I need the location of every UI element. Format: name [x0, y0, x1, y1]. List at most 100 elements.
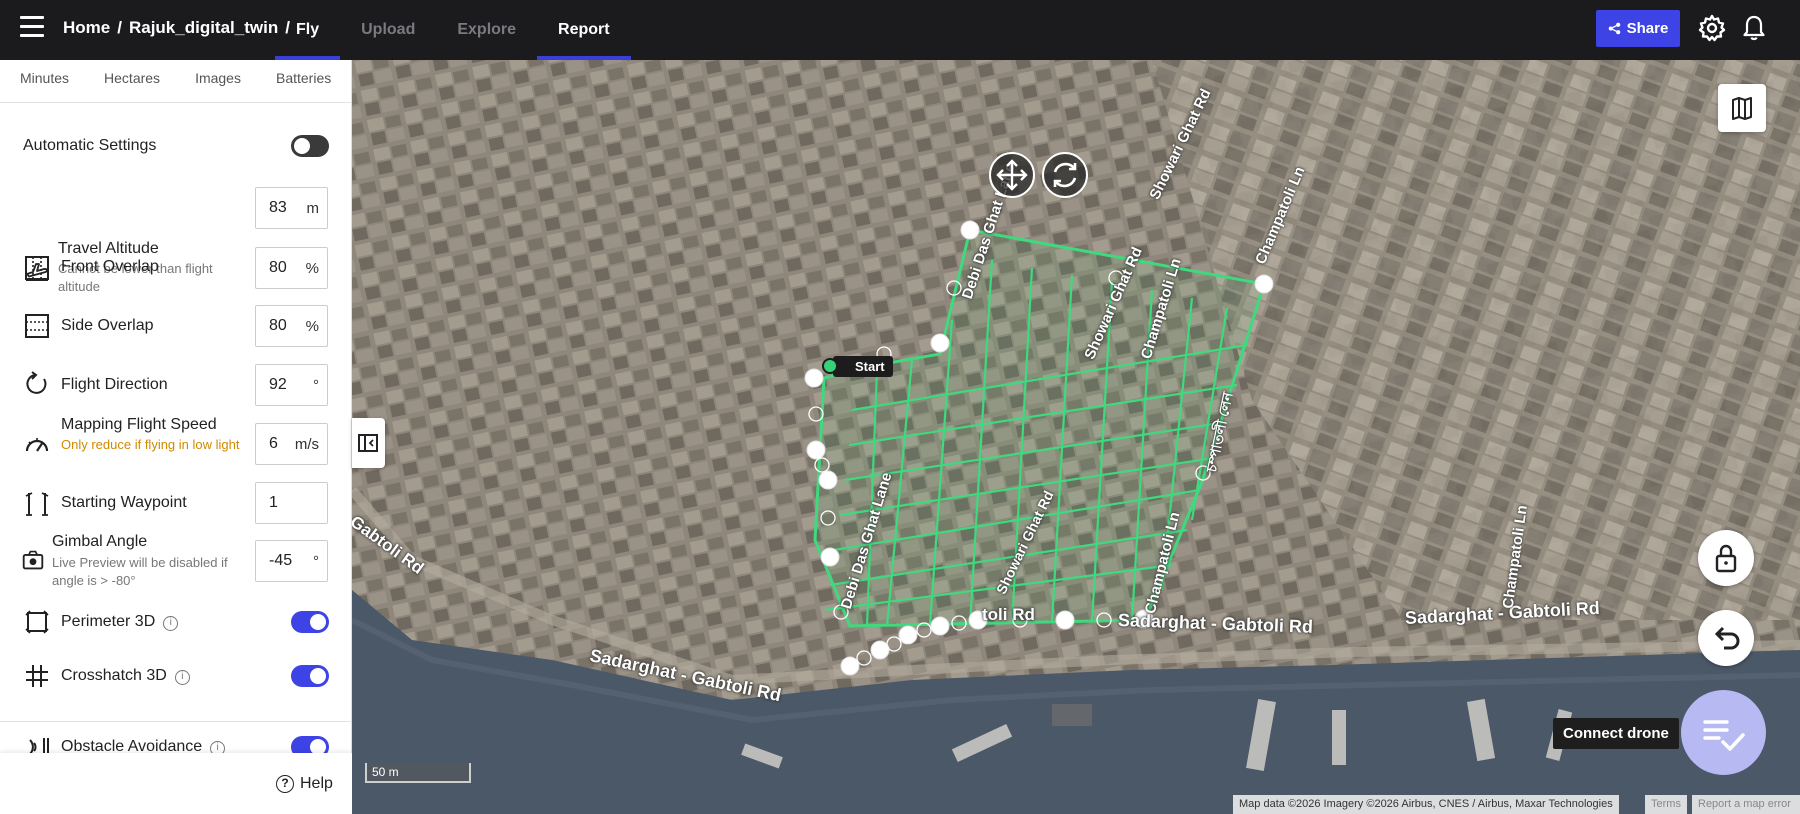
move-polygon-button[interactable] — [989, 152, 1035, 198]
report-map-error-link[interactable]: Report a map error — [1692, 795, 1800, 814]
obstacle-avoidance-text: Obstacle Avoidance i — [61, 738, 226, 753]
flight-direction-label: Flight Direction — [61, 376, 168, 393]
flight-stats: Minutes Hectares Images Batteries — [0, 60, 351, 103]
obstacle-avoidance-toggle[interactable] — [291, 736, 329, 753]
front-overlap-icon — [25, 256, 49, 280]
collapse-sidebar-button[interactable] — [352, 418, 385, 468]
start-waypoint-label: Start — [833, 356, 893, 377]
flight-speed-label: Mapping Flight Speed — [61, 416, 217, 433]
share-button[interactable]: Share — [1596, 10, 1680, 47]
help-icon: ? — [276, 775, 294, 793]
menu-icon[interactable] — [20, 16, 44, 38]
crosshatch-3d-toggle[interactable] — [291, 665, 329, 687]
starting-waypoint-input[interactable]: 1 — [255, 482, 328, 524]
obstacle-avoidance-row: Obstacle Avoidance i — [0, 728, 352, 753]
front-overlap-input[interactable]: 80 % — [255, 247, 328, 289]
map-icon — [1732, 97, 1752, 120]
stat-hectares: Hectares — [104, 70, 161, 86]
section-divider — [0, 721, 352, 722]
map-view[interactable]: Sadarghat - Gabtoli Rd Sadarghat - Gabto… — [352, 60, 1800, 814]
front-overlap-label: Front Overlap — [61, 258, 159, 275]
gimbal-angle-input[interactable]: -45 ° — [255, 540, 328, 582]
checklist-icon — [1703, 720, 1745, 751]
tab-report[interactable]: Report — [537, 0, 631, 60]
lock-icon — [1715, 544, 1737, 573]
move-icon — [996, 159, 1028, 191]
gimbal-angle-label: Gimbal Angle — [52, 533, 148, 550]
camera-icon — [22, 550, 44, 570]
tab-fly[interactable]: Fly — [275, 0, 341, 60]
flight-speed-unit: m/s — [294, 435, 319, 453]
connect-drone-tooltip: Connect drone — [1553, 718, 1679, 749]
flight-direction-unit: ° — [313, 376, 319, 394]
info-icon[interactable]: i — [210, 741, 226, 753]
share-icon — [1608, 22, 1620, 35]
help-button[interactable]: ? Help — [276, 775, 333, 793]
help-label: Help — [300, 775, 333, 792]
side-overlap-value: 80 — [269, 317, 287, 334]
undo-button[interactable] — [1698, 610, 1754, 666]
connect-drone-button[interactable] — [1681, 690, 1766, 775]
gimbal-angle-value: -45 — [269, 552, 293, 569]
flight-direction-input[interactable]: 92 ° — [255, 364, 328, 406]
flight-speed-input[interactable]: 6 m/s — [255, 423, 328, 465]
map-layer-button[interactable] — [1718, 84, 1766, 132]
gear-icon[interactable] — [1698, 14, 1726, 42]
stat-batteries: Batteries — [275, 70, 332, 86]
stat-images: Images — [195, 70, 241, 86]
side-overlap-icon — [25, 314, 49, 338]
side-overlap-unit: % — [305, 317, 319, 335]
automatic-settings-label: Automatic Settings — [23, 137, 157, 154]
road-label: toli Rd — [982, 605, 1035, 624]
speedometer-icon — [25, 438, 49, 452]
crosshatch-3d-row: Crosshatch 3D i — [61, 667, 190, 685]
radar-icon — [29, 738, 49, 753]
info-icon[interactable]: i — [163, 616, 179, 631]
settings-sidebar: Minutes Hectares Images Batteries Automa… — [0, 60, 352, 814]
bell-icon[interactable] — [1742, 14, 1766, 42]
front-overlap-unit: % — [305, 259, 319, 277]
main-tabs: Fly Upload Explore Report — [275, 0, 631, 60]
rotate-icon — [1053, 162, 1077, 188]
rotate-icon — [26, 371, 47, 394]
starting-waypoint-value: 1 — [269, 494, 278, 511]
share-label: Share — [1626, 20, 1669, 37]
map-attribution: Map data ©2026 Imagery ©2026 Airbus, CNE… — [1233, 795, 1619, 814]
side-overlap-label: Side Overlap — [61, 317, 154, 334]
tab-explore[interactable]: Explore — [436, 0, 537, 60]
crosshatch-3d-label: Crosshatch 3D — [61, 667, 167, 684]
travel-altitude-label: Travel Altitude — [58, 240, 159, 257]
side-overlap-input[interactable]: 80 % — [255, 305, 328, 347]
terms-link[interactable]: Terms — [1645, 795, 1687, 814]
perimeter-3d-row: Perimeter 3D i — [61, 613, 179, 631]
undo-icon — [1714, 626, 1740, 650]
sidebar-collapse-icon — [358, 434, 378, 452]
travel-altitude-input[interactable]: 83 m — [255, 187, 328, 229]
perimeter-3d-toggle[interactable] — [291, 611, 329, 633]
start-waypoint-marker[interactable] — [822, 358, 838, 374]
travel-altitude-value: 83 — [269, 199, 287, 216]
flight-direction-value: 92 — [269, 376, 287, 393]
map-scale: 50 m — [365, 763, 471, 783]
breadcrumb-project[interactable]: Rajuk_digital_twin — [129, 18, 278, 38]
front-overlap-value: 80 — [269, 259, 287, 276]
automatic-settings-toggle[interactable] — [291, 135, 329, 157]
breadcrumb-home[interactable]: Home — [63, 18, 110, 38]
waypoint-icon — [25, 492, 49, 516]
lock-button[interactable] — [1698, 530, 1754, 586]
top-bar: Home / Rajuk_digital_twin / Fly Upload E… — [0, 0, 1800, 60]
obstacle-avoidance-label: Obstacle Avoidance — [61, 738, 203, 753]
tab-upload[interactable]: Upload — [340, 0, 436, 60]
info-icon[interactable]: i — [174, 670, 190, 685]
flight-speed-value: 6 — [269, 435, 278, 452]
stat-minutes: Minutes — [20, 70, 70, 86]
rotate-polygon-button[interactable] — [1042, 152, 1088, 198]
breadcrumb-separator: / — [117, 18, 122, 37]
gimbal-angle-hint: Live Preview will be disabled if angle i… — [52, 555, 228, 588]
perimeter-icon — [25, 610, 49, 634]
gimbal-angle-unit: ° — [313, 552, 319, 570]
flight-speed-hint: Only reduce if flying in low light — [61, 437, 240, 452]
starting-waypoint-label: Starting Waypoint — [61, 494, 187, 511]
breadcrumb: Home / Rajuk_digital_twin / — [63, 18, 290, 38]
travel-altitude-unit: m — [306, 199, 320, 217]
